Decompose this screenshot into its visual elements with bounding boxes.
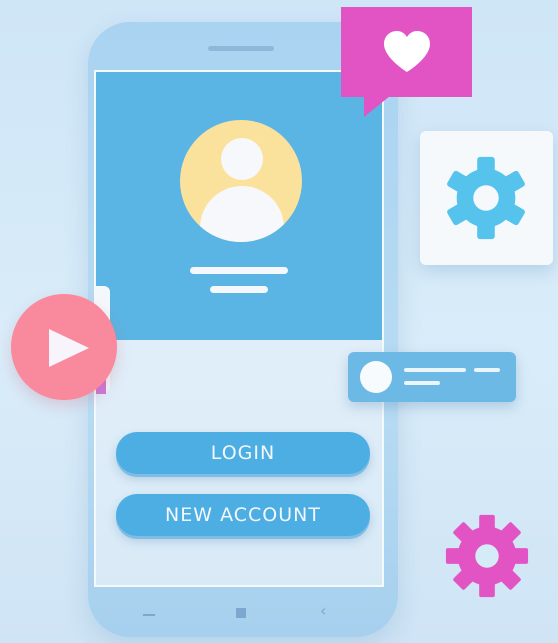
like-notification[interactable] xyxy=(341,7,472,97)
toggle-card[interactable] xyxy=(348,352,516,402)
toggle-icon xyxy=(360,361,392,393)
avatar-body xyxy=(200,186,284,242)
toggle-text-line xyxy=(474,368,500,372)
profile-subtitle-placeholder xyxy=(210,286,268,293)
avatar-head xyxy=(221,138,263,180)
phone-speaker xyxy=(208,46,274,51)
heart-icon xyxy=(384,31,430,72)
profile-name-placeholder xyxy=(190,267,288,274)
play-icon xyxy=(49,329,89,367)
toggle-text-line xyxy=(404,368,466,372)
nav-back-icon[interactable] xyxy=(143,614,155,616)
phone-mockup: LOGIN NEW ACCOUNT ‹ xyxy=(88,22,398,637)
login-button[interactable]: LOGIN xyxy=(116,432,370,474)
play-button[interactable] xyxy=(11,294,117,400)
user-avatar-icon xyxy=(180,120,302,242)
settings-card[interactable] xyxy=(420,131,553,265)
gear-icon xyxy=(447,156,525,240)
nav-recent-icon[interactable]: ‹ xyxy=(320,603,326,619)
like-notification-tail xyxy=(364,96,390,117)
nav-home-icon[interactable] xyxy=(236,608,246,618)
phone-screen: LOGIN NEW ACCOUNT xyxy=(94,70,384,587)
toggle-text-line xyxy=(404,381,440,385)
new-account-button[interactable]: NEW ACCOUNT xyxy=(116,494,370,536)
profile-header xyxy=(96,72,382,340)
pink-gear-icon xyxy=(445,514,529,598)
